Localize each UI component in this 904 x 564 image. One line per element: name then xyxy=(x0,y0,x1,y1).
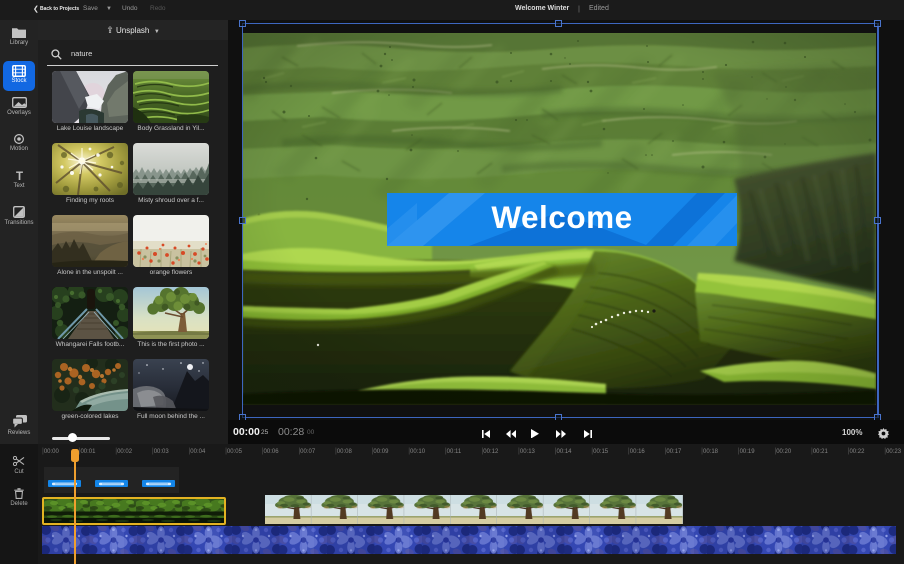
svg-text:T: T xyxy=(15,171,22,181)
